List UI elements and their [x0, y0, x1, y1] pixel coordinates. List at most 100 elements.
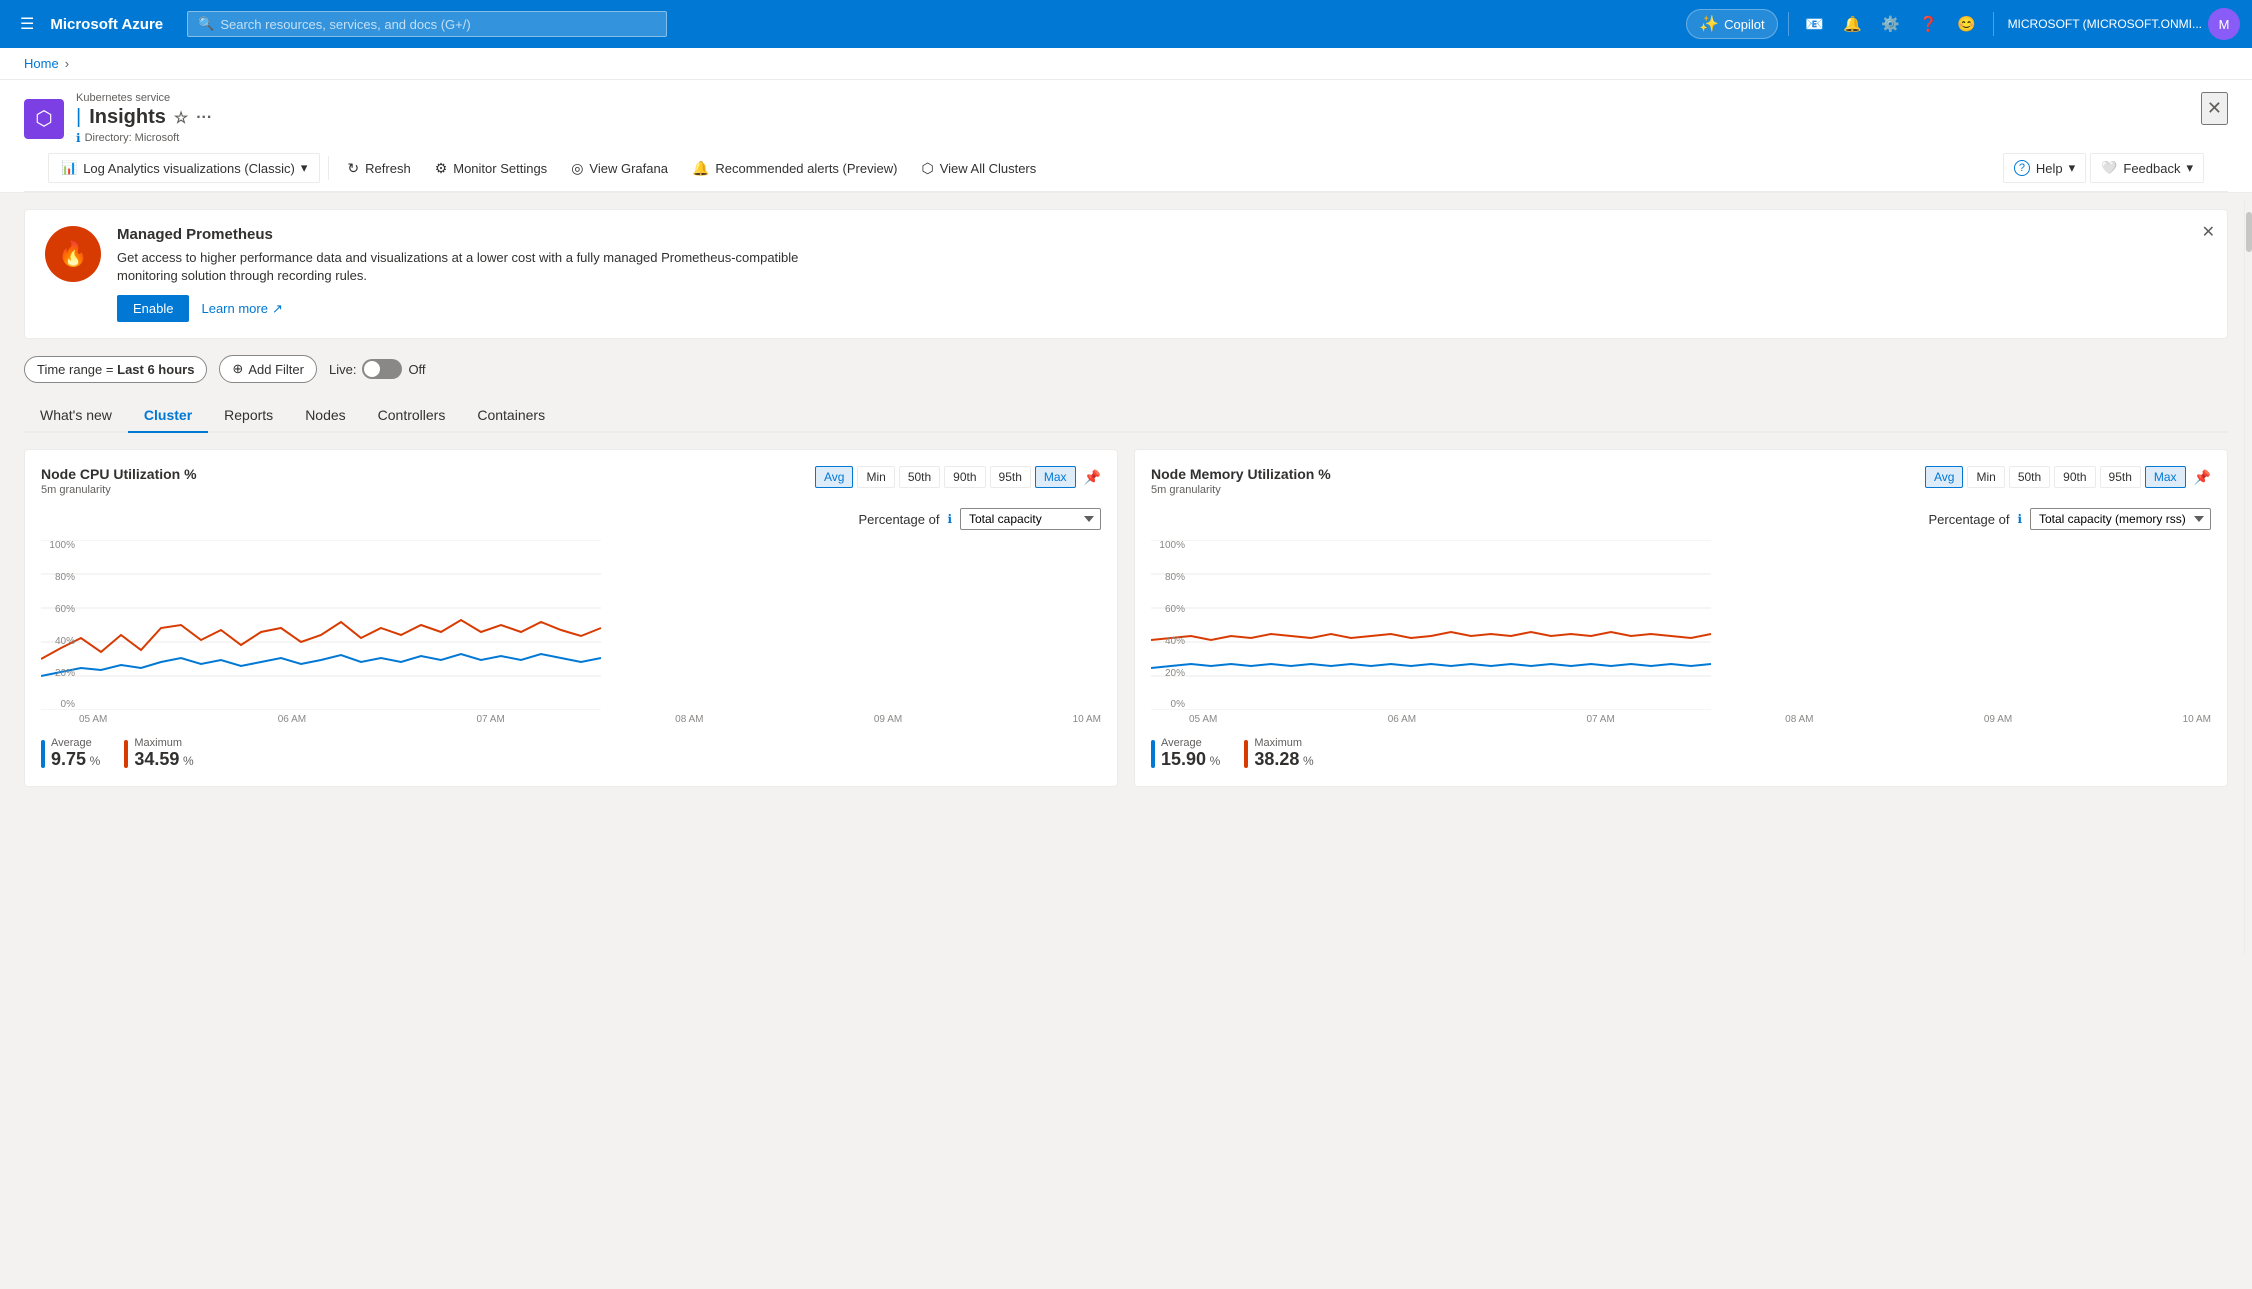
scrollbar[interactable]: [2244, 200, 2252, 954]
cpu-max-info: Maximum 34.59 %: [134, 737, 193, 770]
cpu-legend: Average 9.75 % Maximum 34.59 %: [41, 737, 1101, 770]
search-box[interactable]: 🔍: [187, 11, 667, 37]
top-nav-right: ✨ Copilot 📧 🔔 ⚙️ ❓ 😊 MICROSOFT (MICROSOF…: [1686, 8, 2240, 40]
cpu-90th-btn[interactable]: 90th: [944, 466, 985, 488]
help-chevron: ▾: [2069, 160, 2076, 176]
memory-x-axis: 05 AM 06 AM 07 AM 08 AM 09 AM 10 AM: [1189, 714, 2211, 725]
tab-reports[interactable]: Reports: [208, 399, 289, 433]
copilot-button[interactable]: ✨ Copilot: [1686, 9, 1777, 39]
memory-y-80: 80%: [1165, 572, 1185, 583]
memory-chart-svg-container: 100% 80% 60% 40% 20% 0%: [1151, 540, 2211, 725]
time-range-button[interactable]: Time range = Last 6 hours: [24, 356, 207, 383]
help-dropdown[interactable]: ? Help ▾: [2003, 153, 2086, 183]
tab-nodes[interactable]: Nodes: [289, 399, 361, 433]
live-toggle[interactable]: [362, 359, 402, 379]
live-off-label: Off: [408, 362, 425, 377]
memory-percentage-select[interactable]: Total capacity (memory rss) Allocatable …: [2030, 508, 2211, 530]
nav-divider: [1788, 12, 1789, 36]
memory-95th-btn[interactable]: 95th: [2100, 466, 2141, 488]
cpu-info-icon[interactable]: ℹ: [947, 512, 952, 526]
memory-max-btn[interactable]: Max: [2145, 466, 2186, 488]
hamburger-menu[interactable]: ☰: [12, 10, 42, 38]
cpu-x-09am: 09 AM: [874, 714, 902, 725]
cpu-min-btn[interactable]: Min: [857, 466, 894, 488]
cpu-avg-color: [41, 740, 45, 768]
recommended-alerts-button[interactable]: 🔔 Recommended alerts (Preview): [682, 154, 908, 183]
cpu-max-value: 34.59: [134, 749, 179, 769]
memory-info-icon[interactable]: ℹ: [2017, 512, 2022, 526]
tab-containers[interactable]: Containers: [461, 399, 561, 433]
memory-max-value: 38.28: [1254, 749, 1299, 769]
cpu-avg-label: Average: [51, 737, 100, 749]
cpu-pin-icon[interactable]: 📌: [1084, 469, 1101, 486]
memory-chart-svg: [1151, 540, 2211, 710]
memory-avg-color: [1151, 740, 1155, 768]
title-group: Kubernetes service | Insights ☆ ··· ℹ Di…: [76, 92, 212, 145]
cpu-avg-btn[interactable]: Avg: [815, 466, 853, 488]
view-all-clusters-label: View All Clusters: [940, 161, 1037, 176]
close-button[interactable]: ✕: [2201, 92, 2228, 125]
toolbar-separator-1: [328, 156, 329, 180]
tab-controllers[interactable]: Controllers: [362, 399, 462, 433]
home-link[interactable]: Home: [24, 56, 59, 71]
memory-y-axis: 100% 80% 60% 40% 20% 0%: [1151, 540, 1189, 710]
live-label: Live:: [329, 362, 356, 377]
bell-icon[interactable]: 🔔: [1837, 8, 1869, 40]
more-options-icon[interactable]: ···: [196, 109, 212, 127]
tab-cluster[interactable]: Cluster: [128, 399, 208, 433]
promo-actions: Enable Learn more ↗: [117, 295, 817, 322]
live-toggle-group: Live: Off: [329, 359, 426, 379]
cpu-max-btn[interactable]: Max: [1035, 466, 1076, 488]
scrollbar-thumb[interactable]: [2246, 212, 2252, 252]
promo-close-button[interactable]: ✕: [2202, 222, 2215, 242]
memory-chart-options: Percentage of ℹ Total capacity (memory r…: [1151, 508, 2211, 530]
view-grafana-button[interactable]: ◎ View Grafana: [561, 154, 678, 183]
tabs: What's new Cluster Reports Nodes Control…: [24, 399, 2228, 433]
cpu-granularity: 5m granularity: [41, 484, 197, 496]
main-content: 🔥 Managed Prometheus Get access to highe…: [0, 193, 2252, 1289]
memory-90th-btn[interactable]: 90th: [2054, 466, 2095, 488]
view-selector[interactable]: 📊 Log Analytics visualizations (Classic)…: [48, 153, 320, 183]
cpu-y-100: 100%: [49, 540, 75, 551]
external-link-icon: ↗: [272, 301, 283, 317]
add-filter-button[interactable]: ⊕ Add Filter: [219, 355, 317, 383]
memory-x-07am: 07 AM: [1586, 714, 1614, 725]
nav-divider-2: [1993, 12, 1994, 36]
memory-legend: Average 15.90 % Maximum 38.28 %: [1151, 737, 2211, 770]
cpu-avg-value-row: 9.75 %: [51, 749, 100, 770]
directory-label: Directory: Microsoft: [85, 132, 180, 144]
cpu-95th-btn[interactable]: 95th: [990, 466, 1031, 488]
view-all-clusters-button[interactable]: ⬡ View All Clusters: [911, 154, 1046, 183]
filter-icon: ⊕: [232, 361, 243, 377]
help-icon[interactable]: ❓: [1913, 8, 1945, 40]
email-icon[interactable]: 📧: [1799, 8, 1831, 40]
memory-min-btn[interactable]: Min: [1967, 466, 2004, 488]
memory-50th-btn[interactable]: 50th: [2009, 466, 2050, 488]
feedback-label: Feedback: [2123, 161, 2180, 176]
cpu-50th-btn[interactable]: 50th: [899, 466, 940, 488]
feedback-dropdown[interactable]: 🤍 Feedback ▾: [2090, 153, 2204, 183]
search-input[interactable]: [220, 17, 600, 32]
cpu-chart-options: Percentage of ℹ Total capacity Allocatab…: [41, 508, 1101, 530]
avatar[interactable]: M: [2208, 8, 2240, 40]
favorite-icon[interactable]: ☆: [174, 108, 188, 128]
cpu-avg-unit: %: [90, 754, 101, 768]
breadcrumb-separator: ›: [65, 56, 69, 71]
cpu-percentage-select[interactable]: Total capacity Allocatable capacity: [960, 508, 1101, 530]
learn-more-link[interactable]: Learn more ↗: [201, 301, 282, 317]
memory-y-60: 60%: [1165, 604, 1185, 615]
feedback-nav-icon[interactable]: 😊: [1951, 8, 1983, 40]
settings-icon[interactable]: ⚙️: [1875, 8, 1907, 40]
promo-description: Get access to higher performance data an…: [117, 249, 817, 285]
title-bar: |: [76, 106, 81, 129]
memory-pin-icon[interactable]: 📌: [2194, 469, 2211, 486]
enable-button[interactable]: Enable: [117, 295, 189, 322]
refresh-button[interactable]: ↻ Refresh: [337, 154, 420, 183]
toolbar-right: ? Help ▾ 🤍 Feedback ▾: [2003, 153, 2204, 183]
memory-avg-legend: Average 15.90 %: [1151, 737, 1220, 770]
monitor-settings-button[interactable]: ⚙ Monitor Settings: [425, 154, 558, 183]
memory-y-20: 20%: [1165, 668, 1185, 679]
copilot-icon: ✨: [1699, 14, 1719, 34]
tab-whats-new[interactable]: What's new: [24, 399, 128, 433]
memory-avg-btn[interactable]: Avg: [1925, 466, 1963, 488]
